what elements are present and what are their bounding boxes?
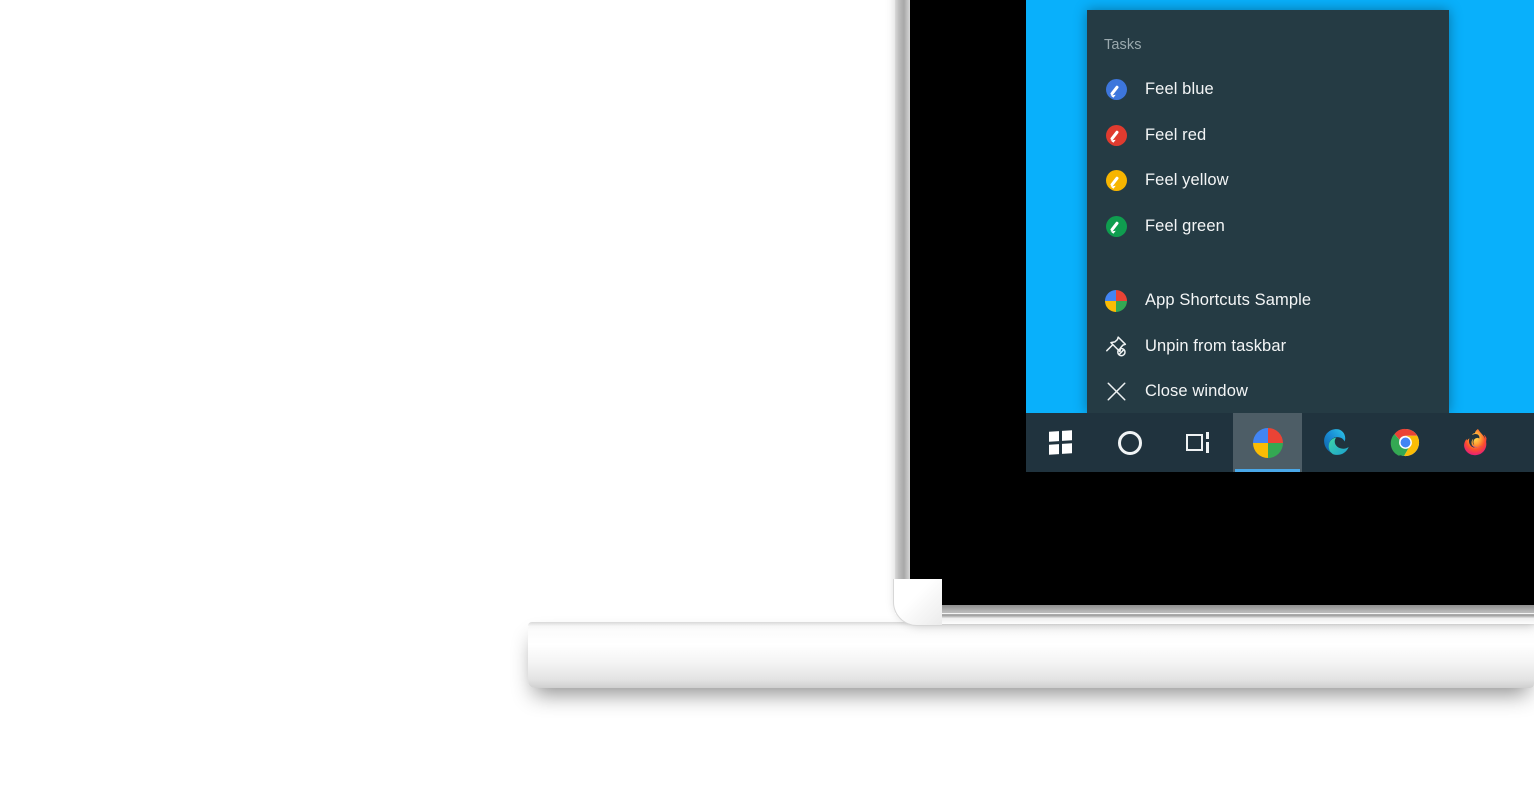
brush-dot-red-icon	[1104, 123, 1128, 147]
jump-list-item-label: Feel green	[1145, 216, 1225, 235]
jump-list-item-label: Feel yellow	[1145, 171, 1229, 190]
cortana-circle-icon	[1117, 430, 1142, 455]
task-view-button[interactable]	[1164, 413, 1233, 472]
jump-list-item-label: App Shortcuts Sample	[1145, 291, 1312, 310]
app-quad-icon	[1252, 427, 1283, 458]
edge-icon	[1321, 427, 1352, 458]
laptop-device: Tasks Feel blue Feel red Feel yellow Fee…	[0, 0, 1534, 805]
jump-list-header-tasks: Tasks	[1104, 37, 1142, 53]
laptop-lid-corner-foot	[893, 579, 942, 626]
jump-list-menu[interactable]: Tasks Feel blue Feel red Feel yellow Fee…	[1087, 10, 1449, 413]
jump-list-tasks-group: Feel blue Feel red Feel yellow Feel gree…	[1087, 67, 1449, 249]
jump-list-item-feel-green[interactable]: Feel green	[1087, 204, 1449, 250]
laptop-lid-chin	[895, 605, 1534, 624]
firefox-icon	[1459, 427, 1490, 458]
edge-button[interactable]	[1302, 413, 1371, 472]
jump-list-item-feel-red[interactable]: Feel red	[1087, 113, 1449, 159]
jump-list-item-label: Feel red	[1145, 125, 1207, 144]
laptop-lid-hairline	[895, 613, 1534, 614]
firefox-button[interactable]	[1440, 413, 1509, 472]
app-quad-icon	[1104, 289, 1128, 313]
brush-dot-yellow-icon	[1104, 169, 1128, 193]
jump-list-item-label: Close window	[1145, 382, 1248, 401]
jump-list-item-label: Unpin from taskbar	[1145, 336, 1287, 355]
close-x-icon	[1104, 380, 1128, 404]
jump-list-item-feel-blue[interactable]: Feel blue	[1087, 67, 1449, 113]
brush-dot-blue-icon	[1104, 78, 1128, 102]
taskbar-app-shortcuts-sample[interactable]	[1233, 413, 1302, 472]
start-button[interactable]	[1026, 413, 1095, 472]
jump-list-actions-group: App Shortcuts Sample Unpin from taskbar	[1087, 278, 1449, 415]
chrome-button[interactable]	[1371, 413, 1440, 472]
jump-list-item-label: Feel blue	[1145, 80, 1214, 99]
jump-list-item-feel-yellow[interactable]: Feel yellow	[1087, 158, 1449, 204]
cortana-button[interactable]	[1095, 413, 1164, 472]
laptop-base	[528, 622, 1534, 688]
jump-list-item-close-window[interactable]: Close window	[1087, 369, 1449, 415]
unpin-icon	[1104, 334, 1128, 358]
jump-list-item-app-shortcuts-sample[interactable]: App Shortcuts Sample	[1087, 278, 1449, 324]
chrome-icon	[1390, 427, 1421, 458]
jump-list-item-unpin-from-taskbar[interactable]: Unpin from taskbar	[1087, 324, 1449, 370]
windows-taskbar[interactable]	[1026, 413, 1534, 472]
brush-dot-green-icon	[1104, 214, 1128, 238]
task-view-icon	[1184, 431, 1214, 454]
windows-start-icon	[1049, 430, 1072, 455]
